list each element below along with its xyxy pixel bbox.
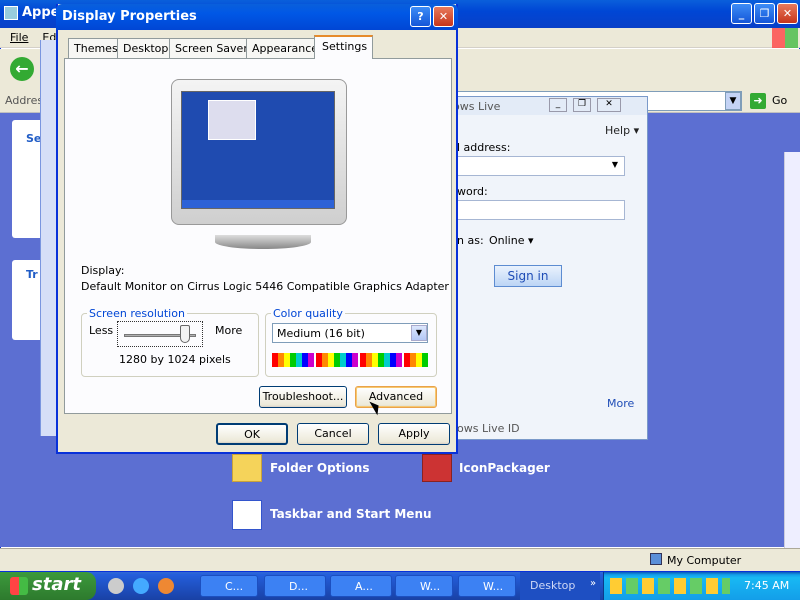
color-spectrum-bar xyxy=(272,353,428,367)
screen-resolution-label: Screen resolution xyxy=(87,307,187,320)
resolution-slider[interactable] xyxy=(117,321,203,347)
ok-button[interactable]: OK xyxy=(216,423,288,445)
dialog-close-button[interactable]: ✕ xyxy=(433,6,454,27)
apply-button[interactable]: Apply xyxy=(378,423,450,445)
monitor-stand xyxy=(215,235,311,249)
status-location: My Computer xyxy=(667,554,742,567)
live-close-button[interactable]: ✕ xyxy=(597,98,621,112)
sign-in-as-label: n as: xyxy=(457,234,484,247)
task-button-2[interactable]: D... xyxy=(264,575,326,597)
more-link[interactable]: More xyxy=(607,397,634,410)
chevron-down-icon[interactable]: ▼ xyxy=(725,92,741,110)
maximize-button[interactable]: ❐ xyxy=(754,3,775,24)
less-label: Less xyxy=(89,324,114,337)
resolution-value: 1280 by 1024 pixels xyxy=(119,353,231,366)
more-label: More xyxy=(215,324,243,337)
go-arrow-icon: ➜ xyxy=(750,93,766,109)
computer-icon xyxy=(650,553,662,565)
advanced-button[interactable]: Advanced xyxy=(355,386,437,408)
quicklaunch-3-icon[interactable] xyxy=(158,578,174,594)
dialog-title: Display Properties xyxy=(56,4,458,30)
folder-options-icon[interactable] xyxy=(232,454,262,482)
cancel-button[interactable]: Cancel xyxy=(297,423,369,445)
troubleshoot-button[interactable]: Troubleshoot... xyxy=(259,386,347,408)
task-button-5[interactable]: W... xyxy=(458,575,516,597)
app-icon xyxy=(4,6,18,20)
toolbar-chevron-icon[interactable]: » xyxy=(590,578,596,589)
live-restore-button[interactable]: ❐ xyxy=(573,98,591,112)
help-menu[interactable]: Help ▾ xyxy=(605,124,639,137)
tab-appearance[interactable]: Appearance xyxy=(246,38,325,58)
tab-themes[interactable]: Themes xyxy=(68,38,124,58)
display-label: Display: xyxy=(81,264,125,277)
display-properties-dialog: Display Properties ? ✕ Themes Desktop Sc… xyxy=(56,4,458,454)
slider-thumb[interactable] xyxy=(180,325,191,343)
help-button[interactable]: ? xyxy=(410,6,431,27)
go-label: Go xyxy=(772,94,788,107)
live-id-footer: ows Live ID xyxy=(457,422,520,435)
clock[interactable]: 7:45 AM xyxy=(744,579,789,592)
windows-live-window: ows Live _ ❐ ✕ Help ▾ l address: ▼ word:… xyxy=(440,96,648,440)
color-quality-value: Medium (16 bit) xyxy=(277,327,365,340)
color-quality-label: Color quality xyxy=(271,307,345,320)
monitor-screen xyxy=(181,91,335,209)
email-label: l address: xyxy=(457,141,511,154)
tab-settings[interactable]: Settings xyxy=(314,35,374,59)
preview-window xyxy=(208,100,256,140)
scrollbar[interactable] xyxy=(784,152,800,548)
minimize-button[interactable]: _ xyxy=(731,3,752,24)
windows-logo-icon xyxy=(772,28,798,48)
chevron-down-icon: ▼ xyxy=(611,160,618,169)
menu-file[interactable]: File xyxy=(10,31,28,44)
task-button-4[interactable]: W... xyxy=(395,575,453,597)
windows-flag-icon xyxy=(10,577,28,595)
tray-icons[interactable] xyxy=(610,578,730,594)
ie-icon[interactable] xyxy=(133,578,149,594)
task-button-3[interactable]: A... xyxy=(330,575,392,597)
tab-screen-saver[interactable]: Screen Saver xyxy=(169,38,254,58)
color-quality-select[interactable]: Medium (16 bit) xyxy=(272,323,428,343)
tab-desktop[interactable]: Desktop xyxy=(117,38,175,58)
preview-taskbar xyxy=(182,200,334,208)
taskbar-start-menu-link[interactable]: Taskbar and Start Menu xyxy=(270,507,432,521)
email-field[interactable]: ▼ xyxy=(457,156,625,176)
folder-options-link[interactable]: Folder Options xyxy=(270,461,369,475)
iconpackager-link[interactable]: IconPackager xyxy=(459,461,550,475)
status-dropdown[interactable]: Online ▾ xyxy=(489,234,534,247)
taskbar-start-menu-icon[interactable] xyxy=(232,500,262,530)
desktop-toolbar-label[interactable]: Desktop xyxy=(520,572,600,600)
display-value: Default Monitor on Cirrus Logic 5446 Com… xyxy=(81,280,449,293)
settings-panel: Display: Default Monitor on Cirrus Logic… xyxy=(64,58,452,416)
task-button-1[interactable]: C... xyxy=(200,575,258,597)
chevron-down-icon[interactable]: ▼ xyxy=(411,325,427,341)
live-minimize-button[interactable]: _ xyxy=(549,98,567,112)
sign-in-button[interactable]: Sign in xyxy=(494,265,562,287)
close-button[interactable]: ✕ xyxy=(777,3,798,24)
back-arrow-icon[interactable]: ← xyxy=(10,57,34,81)
password-field[interactable] xyxy=(457,200,625,220)
start-label: start xyxy=(32,574,81,595)
password-label: word: xyxy=(457,185,488,198)
quicklaunch-1-icon[interactable] xyxy=(108,578,124,594)
iconpackager-icon[interactable] xyxy=(422,454,452,482)
